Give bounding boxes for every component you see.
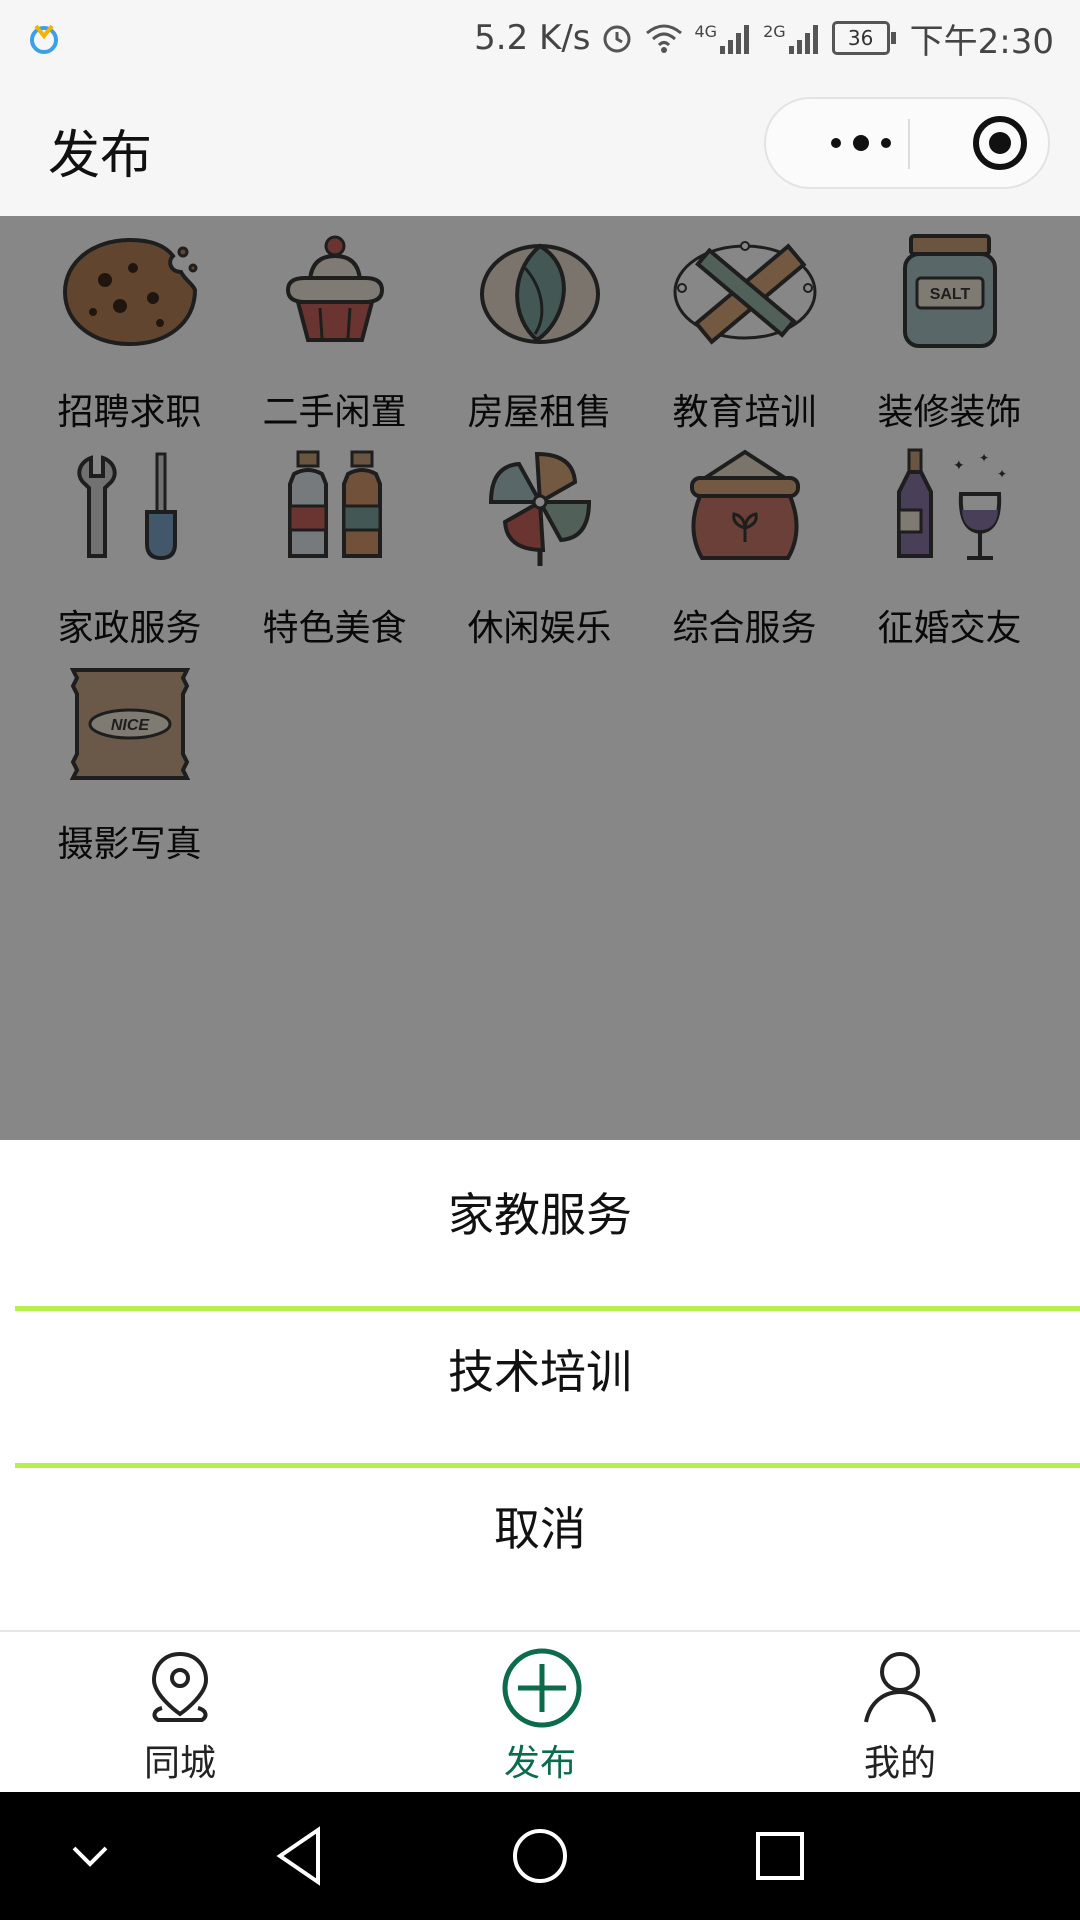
recents-square-icon[interactable] — [752, 1826, 808, 1886]
wifi-icon — [646, 24, 683, 53]
nav-bar: 发布 — [0, 75, 1080, 216]
capsule-divider — [908, 119, 910, 169]
signal-2: 2G — [763, 22, 822, 54]
network-speed: 5.2 K/s — [474, 18, 591, 58]
menu-capsule — [764, 97, 1050, 189]
action-sheet: 家教服务 技术培训 取消 — [0, 1140, 1080, 1630]
location-pin-icon — [151, 1651, 209, 1722]
signal-bars-icon — [788, 25, 818, 54]
signal-1: 4G — [694, 22, 753, 54]
tab-publish[interactable]: 发布 — [390, 1632, 690, 1792]
network-type-1: 4G — [694, 22, 718, 41]
tab-mine[interactable]: 我的 — [750, 1632, 1050, 1792]
tab-label: 我的 — [863, 1743, 936, 1784]
back-triangle-icon[interactable] — [272, 1824, 328, 1888]
system-nav-bar — [0, 1792, 1080, 1920]
alarm-icon — [603, 25, 631, 53]
app-notification-icon — [30, 24, 58, 54]
network-type-2: 2G — [763, 22, 786, 41]
more-dots-icon[interactable] — [806, 99, 916, 187]
target-icon[interactable] — [956, 99, 1044, 187]
signal-bars-icon — [720, 25, 750, 54]
tab-city[interactable]: 同城 — [30, 1632, 330, 1792]
modal-backdrop[interactable] — [0, 216, 1080, 1140]
battery-icon: 36 — [831, 21, 896, 55]
clock: 下午2:30 — [909, 21, 1054, 62]
tab-label: 同城 — [143, 1743, 216, 1784]
action-sheet-option-tutoring[interactable]: 家教服务 — [0, 1140, 1080, 1290]
tab-bar: 同城 发布 我的 — [0, 1630, 1080, 1792]
tab-label: 发布 — [503, 1743, 576, 1784]
action-sheet-option-tech-training[interactable]: 技术培训 — [0, 1297, 1080, 1447]
page-title: 发布 — [48, 126, 153, 186]
action-sheet-cancel-button[interactable]: 取消 — [0, 1454, 1080, 1604]
plus-circle-icon — [502, 1648, 582, 1728]
user-icon — [864, 1652, 936, 1723]
home-circle-icon[interactable] — [510, 1824, 570, 1888]
status-bar: 5.2 K/s 4G 2G 36 下午2:30 — [0, 0, 1080, 75]
chevron-down-icon[interactable] — [64, 1830, 116, 1882]
